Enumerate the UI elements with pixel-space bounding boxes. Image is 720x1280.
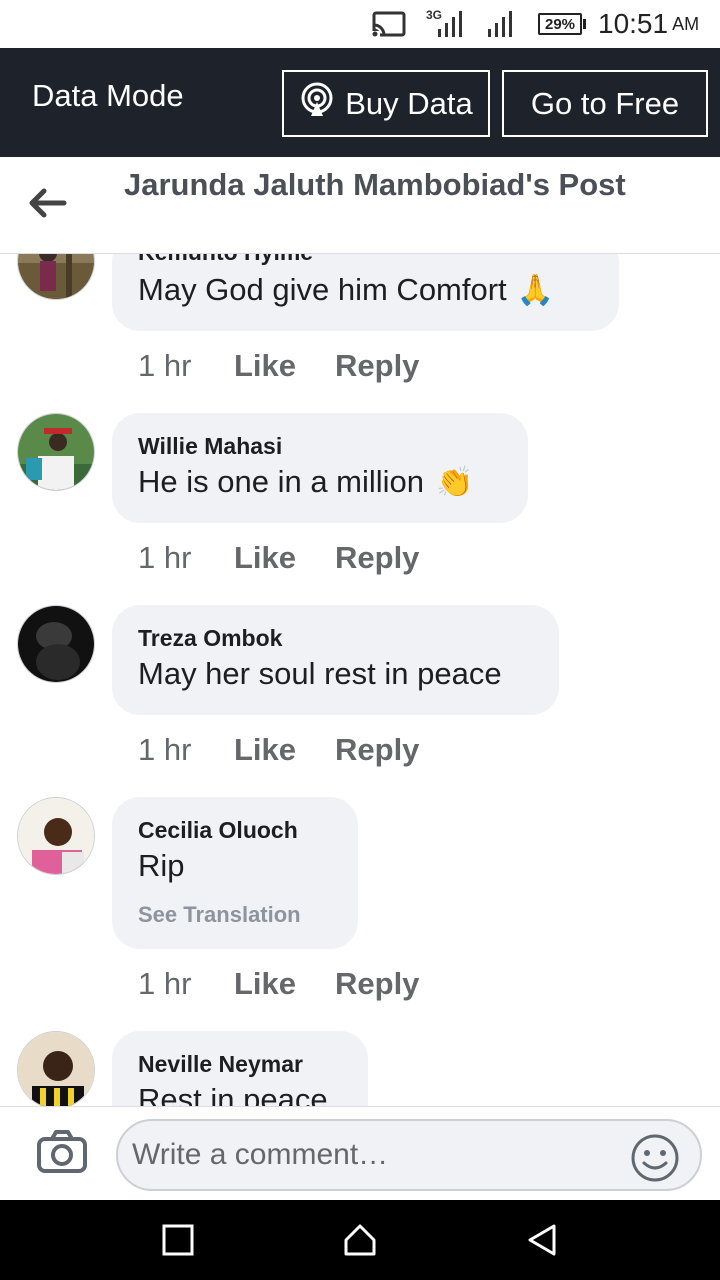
- comment-bubble[interactable]: Treza Ombok May her soul rest in peace: [112, 605, 559, 715]
- comment-list: Kemunto Hylme May God give him Comfort 🙏…: [0, 254, 720, 1106]
- comment-text: He is one in a million 👏: [138, 464, 474, 499]
- recent-apps-icon[interactable]: [158, 1220, 198, 1260]
- pray-icon: 🙏: [516, 273, 555, 307]
- svg-text:3G: 3G: [426, 8, 442, 22]
- comment-text: Rest in peace: [138, 1082, 328, 1106]
- cast-icon: [372, 0, 406, 48]
- comment-author[interactable]: Cecilia Oluoch: [138, 797, 332, 844]
- battery-icon: 29%: [538, 0, 586, 48]
- comment-input-placeholder: Write a comment…: [132, 1138, 389, 1171]
- clock: 10:51 AM: [598, 8, 700, 39]
- comment-bubble[interactable]: Neville Neymar Rest in peace: [112, 1031, 368, 1106]
- like-button[interactable]: Like: [234, 966, 335, 1002]
- reply-button[interactable]: Reply: [335, 732, 419, 768]
- comment-author[interactable]: Treza Ombok: [138, 605, 533, 652]
- avatar[interactable]: [17, 413, 95, 491]
- go-to-free-button[interactable]: Go to Free: [502, 70, 708, 137]
- home-icon[interactable]: [340, 1220, 380, 1260]
- comment-author[interactable]: Neville Neymar: [138, 1031, 342, 1078]
- comment-text: May God give him Comfort 🙏: [138, 272, 555, 307]
- battery-level: 29%: [538, 13, 582, 35]
- signal-icon: [486, 0, 516, 48]
- system-nav-bar: [0, 1200, 720, 1280]
- go-to-free-label: Go to Free: [530, 85, 680, 121]
- back-icon[interactable]: [522, 1220, 562, 1260]
- comment-bubble[interactable]: Cecilia Oluoch Rip See Translation: [112, 797, 358, 949]
- comment-time: 1 hr: [138, 348, 192, 383]
- clapping-hands-icon: 👏: [436, 465, 474, 499]
- comment-actions: 1 hr Like Reply: [138, 348, 419, 384]
- comment-bubble[interactable]: Willie Mahasi He is one in a million 👏: [112, 413, 528, 523]
- comment-actions: 1 hr Like Reply: [138, 540, 419, 576]
- reply-button[interactable]: Reply: [335, 966, 419, 1002]
- signal-3g-icon: 3G: [424, 0, 466, 48]
- back-arrow-icon[interactable]: [26, 185, 68, 221]
- avatar[interactable]: [17, 605, 95, 683]
- avatar[interactable]: [17, 254, 95, 300]
- comment-author[interactable]: Willie Mahasi: [138, 413, 502, 460]
- buy-data-button[interactable]: Buy Data: [282, 70, 490, 137]
- avatar[interactable]: [17, 1031, 95, 1106]
- comment-actions: 1 hr Like Reply: [138, 732, 419, 768]
- avatar[interactable]: [17, 797, 95, 875]
- camera-icon[interactable]: [36, 1129, 88, 1180]
- data-mode-title: Data Mode: [32, 78, 184, 113]
- buy-data-label: Buy Data: [345, 85, 473, 121]
- comment-composer: Write a comment…: [0, 1106, 720, 1200]
- comment-time: 1 hr: [138, 540, 192, 575]
- see-translation-link[interactable]: See Translation: [138, 888, 332, 928]
- post-header: Jarunda Jaluth Mambobiad's Post: [0, 157, 720, 254]
- reply-button[interactable]: Reply: [335, 348, 419, 384]
- comment-actions: 1 hr Like Reply: [138, 966, 419, 1002]
- comment-bubble[interactable]: Kemunto Hylme May God give him Comfort 🙏: [112, 254, 619, 331]
- comment-input[interactable]: Write a comment…: [116, 1119, 702, 1191]
- like-button[interactable]: Like: [234, 348, 335, 384]
- like-button[interactable]: Like: [234, 540, 335, 576]
- comment-time: 1 hr: [138, 966, 192, 1001]
- broadcast-icon: [299, 82, 345, 126]
- reply-button[interactable]: Reply: [335, 540, 419, 576]
- comment-text: Rip: [138, 848, 185, 883]
- comment-author[interactable]: Kemunto Hylme: [138, 254, 593, 265]
- like-button[interactable]: Like: [234, 732, 335, 768]
- comment-text: May her soul rest in peace: [138, 656, 502, 691]
- emoji-icon[interactable]: [630, 1133, 680, 1188]
- page-title: Jarunda Jaluth Mambobiad's Post: [124, 167, 626, 202]
- comment-time: 1 hr: [138, 732, 192, 767]
- status-bar: 3G 29% 10:51 AM: [0, 0, 720, 48]
- data-mode-banner: Data Mode Buy Data Go to Free: [0, 48, 720, 157]
